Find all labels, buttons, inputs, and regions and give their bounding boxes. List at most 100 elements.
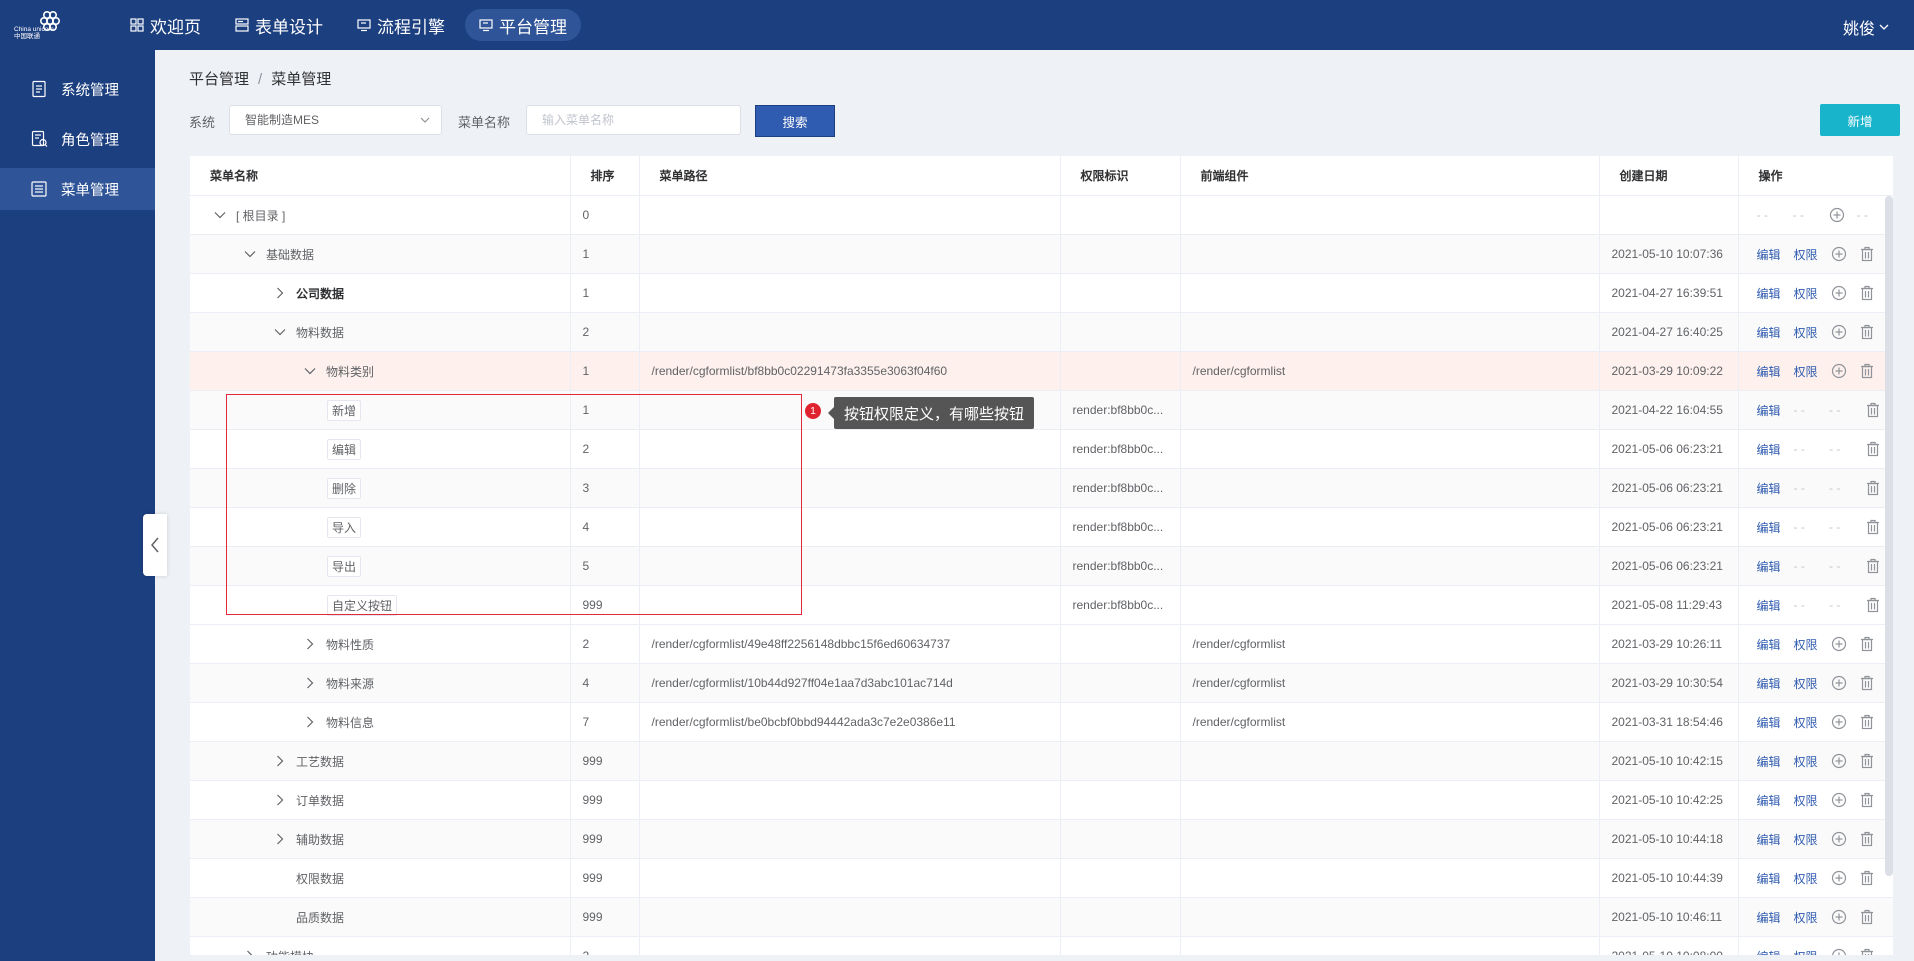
table-row[interactable]: [ 根目录 ] 0 - - - - - - — [190, 195, 1893, 235]
add-child-icon[interactable] — [1831, 948, 1847, 955]
search-button[interactable]: 搜索 — [755, 105, 835, 137]
trash-icon[interactable] — [1859, 753, 1875, 769]
add-child-icon[interactable] — [1831, 363, 1847, 379]
edit-button[interactable]: 编辑 — [1757, 519, 1781, 536]
breadcrumb-root[interactable]: 平台管理 — [189, 71, 249, 88]
permission-button[interactable]: 权限 — [1794, 714, 1818, 731]
add-child-icon[interactable] — [1831, 675, 1847, 691]
edit-button[interactable]: 编辑 — [1757, 636, 1781, 653]
table-row[interactable]: 功能模块 2 2021-05-10 10:08:00 编辑 权限 — [190, 936, 1893, 956]
edit-button[interactable]: 编辑 — [1757, 948, 1781, 956]
sidebar-item-menu[interactable]: 菜单管理 — [0, 168, 155, 210]
chevron-right-icon[interactable] — [272, 285, 288, 301]
chevron-right-icon[interactable] — [242, 948, 258, 955]
edit-button[interactable]: 编辑 — [1757, 441, 1781, 458]
chevron-right-icon[interactable] — [302, 636, 318, 652]
nav-workflow[interactable]: 流程引擎 — [343, 9, 459, 41]
trash-icon[interactable] — [1859, 324, 1875, 340]
permission-button[interactable]: 权限 — [1794, 870, 1818, 887]
permission-button[interactable]: 权限 — [1794, 363, 1818, 380]
edit-button[interactable]: 编辑 — [1757, 285, 1781, 302]
add-child-icon[interactable] — [1831, 870, 1847, 886]
edit-button[interactable]: 编辑 — [1757, 402, 1781, 419]
edit-button[interactable]: 编辑 — [1757, 675, 1781, 692]
permission-button[interactable]: 权限 — [1794, 909, 1818, 926]
edit-button[interactable]: 编辑 — [1757, 597, 1781, 614]
trash-icon[interactable] — [1859, 948, 1875, 955]
permission-button[interactable]: 权限 — [1794, 246, 1818, 263]
permission-button[interactable]: 权限 — [1794, 948, 1818, 956]
permission-button[interactable]: 权限 — [1794, 675, 1818, 692]
chevron-right-icon[interactable] — [272, 792, 288, 808]
permission-button[interactable]: 权限 — [1794, 831, 1818, 848]
permission-button[interactable]: 权限 — [1794, 636, 1818, 653]
edit-button[interactable]: 编辑 — [1757, 909, 1781, 926]
edit-button[interactable]: 编辑 — [1757, 246, 1781, 263]
trash-icon[interactable] — [1859, 714, 1875, 730]
trash-icon[interactable] — [1859, 285, 1875, 301]
table-row[interactable]: 物料信息 7/render/cgformlist/be0bcbf0bbd94442… — [190, 702, 1893, 742]
permission-button[interactable]: 权限 — [1794, 285, 1818, 302]
chevron-right-icon[interactable] — [272, 753, 288, 769]
table-row[interactable]: 物料数据 2 2021-04-27 16:40:25 编辑 权限 — [190, 312, 1893, 352]
add-child-icon[interactable] — [1831, 246, 1847, 262]
trash-icon[interactable] — [1859, 246, 1875, 262]
nav-platform[interactable]: 平台管理 — [465, 9, 581, 41]
trash-icon[interactable] — [1859, 909, 1875, 925]
add-child-icon[interactable] — [1831, 285, 1847, 301]
trash-icon[interactable] — [1865, 597, 1881, 613]
chevron-down-icon[interactable] — [212, 207, 228, 223]
table-row[interactable]: 订单数据 999 2021-05-10 10:42:25 编辑 权限 — [190, 780, 1893, 820]
edit-button[interactable]: 编辑 — [1757, 714, 1781, 731]
trash-icon[interactable] — [1865, 519, 1881, 535]
add-child-icon[interactable] — [1831, 792, 1847, 808]
edit-button[interactable]: 编辑 — [1757, 831, 1781, 848]
chevron-down-icon[interactable] — [272, 324, 288, 340]
table-row[interactable]: 物料类别 1/render/cgformlist/bf8bb0c02291473f… — [190, 351, 1893, 391]
sidebar-collapse-button[interactable] — [143, 514, 167, 576]
trash-icon[interactable] — [1859, 636, 1875, 652]
add-child-icon[interactable] — [1831, 753, 1847, 769]
edit-button[interactable]: 编辑 — [1757, 753, 1781, 770]
table-row[interactable]: 基础数据 1 2021-05-10 10:07:36 编辑 权限 — [190, 234, 1893, 274]
edit-button[interactable]: 编辑 — [1757, 870, 1781, 887]
add-child-icon[interactable] — [1831, 636, 1847, 652]
permission-button[interactable]: 权限 — [1794, 792, 1818, 809]
edit-button[interactable]: 编辑 — [1757, 792, 1781, 809]
system-select[interactable]: 智能制造MES — [229, 105, 442, 135]
trash-icon[interactable] — [1859, 831, 1875, 847]
table-row[interactable]: 物料性质 2/render/cgformlist/49e48ff2256148db… — [190, 624, 1893, 664]
table-row[interactable]: 品质数据 999 2021-05-10 10:46:11 编辑 权限 — [190, 897, 1893, 937]
chevron-down-icon[interactable] — [242, 246, 258, 262]
nav-welcome[interactable]: 欢迎页 — [116, 9, 215, 41]
add-child-icon[interactable] — [1831, 831, 1847, 847]
table-row[interactable]: 公司数据 1 2021-04-27 16:39:51 编辑 权限 — [190, 273, 1893, 313]
sidebar-item-role[interactable]: 角色管理 — [0, 118, 155, 160]
edit-button[interactable]: 编辑 — [1757, 363, 1781, 380]
table-scrollbar[interactable] — [1885, 196, 1893, 876]
edit-button[interactable]: 编辑 — [1757, 558, 1781, 575]
add-button[interactable]: 新增 — [1820, 104, 1900, 136]
add-child-icon[interactable] — [1831, 714, 1847, 730]
trash-icon[interactable] — [1865, 480, 1881, 496]
sidebar-item-system[interactable]: 系统管理 — [0, 68, 155, 110]
table-row[interactable]: 物料来源 4/render/cgformlist/10b44d927ff04e1a… — [190, 663, 1893, 703]
add-child-icon[interactable] — [1831, 909, 1847, 925]
trash-icon[interactable] — [1859, 870, 1875, 886]
trash-icon[interactable] — [1865, 402, 1881, 418]
trash-icon[interactable] — [1865, 441, 1881, 457]
nav-form-design[interactable]: 表单设计 — [221, 9, 337, 41]
edit-button[interactable]: 编辑 — [1757, 480, 1781, 497]
chevron-down-icon[interactable] — [302, 363, 318, 379]
add-child-icon[interactable] — [1829, 207, 1845, 223]
chevron-right-icon[interactable] — [272, 831, 288, 847]
add-child-icon[interactable] — [1831, 324, 1847, 340]
chevron-right-icon[interactable] — [302, 675, 318, 691]
table-row[interactable]: 辅助数据 999 2021-05-10 10:44:18 编辑 权限 — [190, 819, 1893, 859]
menu-name-input[interactable] — [526, 105, 741, 135]
table-row[interactable]: 权限数据 999 2021-05-10 10:44:39 编辑 权限 — [190, 858, 1893, 898]
chevron-right-icon[interactable] — [302, 714, 318, 730]
trash-icon[interactable] — [1859, 675, 1875, 691]
trash-icon[interactable] — [1865, 558, 1881, 574]
permission-button[interactable]: 权限 — [1794, 753, 1818, 770]
